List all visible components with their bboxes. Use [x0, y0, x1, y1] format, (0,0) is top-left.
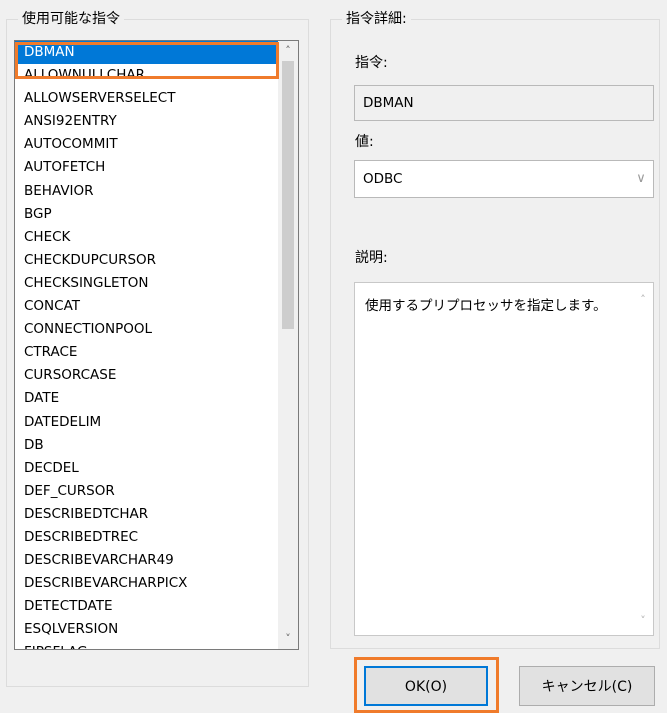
- list-item[interactable]: ALLOWNULLCHAR: [15, 64, 278, 87]
- list-item[interactable]: FIPSFLAG: [15, 641, 278, 649]
- list-item[interactable]: DESCRIBEDTREC: [15, 526, 278, 549]
- value-dropdown-text: ODBC: [363, 171, 403, 187]
- directives-listbox[interactable]: DBMAN ALLOWNULLCHAR ALLOWSERVERSELECT ANSI9…: [14, 40, 299, 650]
- list-scrollbar[interactable]: ˄ ˅: [278, 41, 298, 649]
- chevron-up-icon[interactable]: ˄: [278, 41, 298, 61]
- directive-label: 指令:: [355, 55, 388, 71]
- list-item[interactable]: ANSI92ENTRY: [15, 110, 278, 133]
- list-item[interactable]: CHECKDUPCURSOR: [15, 249, 278, 272]
- chevron-down-icon[interactable]: ∨: [629, 161, 653, 197]
- description-scrollbar[interactable]: ˄ ˅: [633, 283, 653, 635]
- directive-field: DBMAN: [354, 85, 654, 121]
- available-directives-title: 使用可能な指令: [18, 10, 124, 28]
- list-item[interactable]: DEF_CURSOR: [15, 480, 278, 503]
- list-item[interactable]: CHECK: [15, 226, 278, 249]
- description-textarea[interactable]: 使用するプリプロセッサを指定します。 ˄ ˅: [354, 282, 654, 636]
- chevron-down-icon[interactable]: ˅: [278, 629, 298, 649]
- list-item[interactable]: DECDEL: [15, 457, 278, 480]
- description-text: 使用するプリプロセッサを指定します。: [365, 298, 607, 314]
- list-item[interactable]: CTRACE: [15, 341, 278, 364]
- value-label: 値:: [355, 134, 374, 150]
- list-item[interactable]: DB: [15, 434, 278, 457]
- list-item[interactable]: CURSORCASE: [15, 364, 278, 387]
- list-item[interactable]: BEHAVIOR: [15, 180, 278, 203]
- list-item[interactable]: CHECKSINGLETON: [15, 272, 278, 295]
- ok-button[interactable]: OK(O): [364, 666, 488, 706]
- list-item[interactable]: DESCRIBEVARCHAR49: [15, 549, 278, 572]
- directives-list: DBMAN ALLOWNULLCHAR ALLOWSERVERSELECT ANSI9…: [15, 41, 278, 649]
- list-item[interactable]: CONCAT: [15, 295, 278, 318]
- directive-details-title: 指令詳細:: [342, 10, 411, 28]
- list-item[interactable]: AUTOCOMMIT: [15, 133, 278, 156]
- list-item[interactable]: DESCRIBEDTCHAR: [15, 503, 278, 526]
- description-label: 説明:: [355, 250, 388, 266]
- list-item[interactable]: AUTOFETCH: [15, 156, 278, 179]
- cancel-button[interactable]: キャンセル(C): [519, 666, 655, 706]
- list-item[interactable]: DATEDELIM: [15, 411, 278, 434]
- chevron-up-icon[interactable]: ˄: [633, 293, 653, 306]
- list-item[interactable]: ESQLVERSION: [15, 618, 278, 641]
- value-dropdown[interactable]: ODBC ∨: [354, 160, 654, 198]
- list-item[interactable]: DETECTDATE: [15, 595, 278, 618]
- chevron-down-icon[interactable]: ˅: [633, 614, 653, 627]
- list-item[interactable]: DATE: [15, 387, 278, 410]
- list-item[interactable]: DBMAN: [15, 41, 278, 65]
- list-item[interactable]: BGP: [15, 203, 278, 226]
- list-item[interactable]: CONNECTIONPOOL: [15, 318, 278, 341]
- scrollbar-thumb[interactable]: [282, 61, 294, 329]
- list-item[interactable]: DESCRIBEVARCHARPICX: [15, 572, 278, 595]
- list-item[interactable]: ALLOWSERVERSELECT: [15, 87, 278, 110]
